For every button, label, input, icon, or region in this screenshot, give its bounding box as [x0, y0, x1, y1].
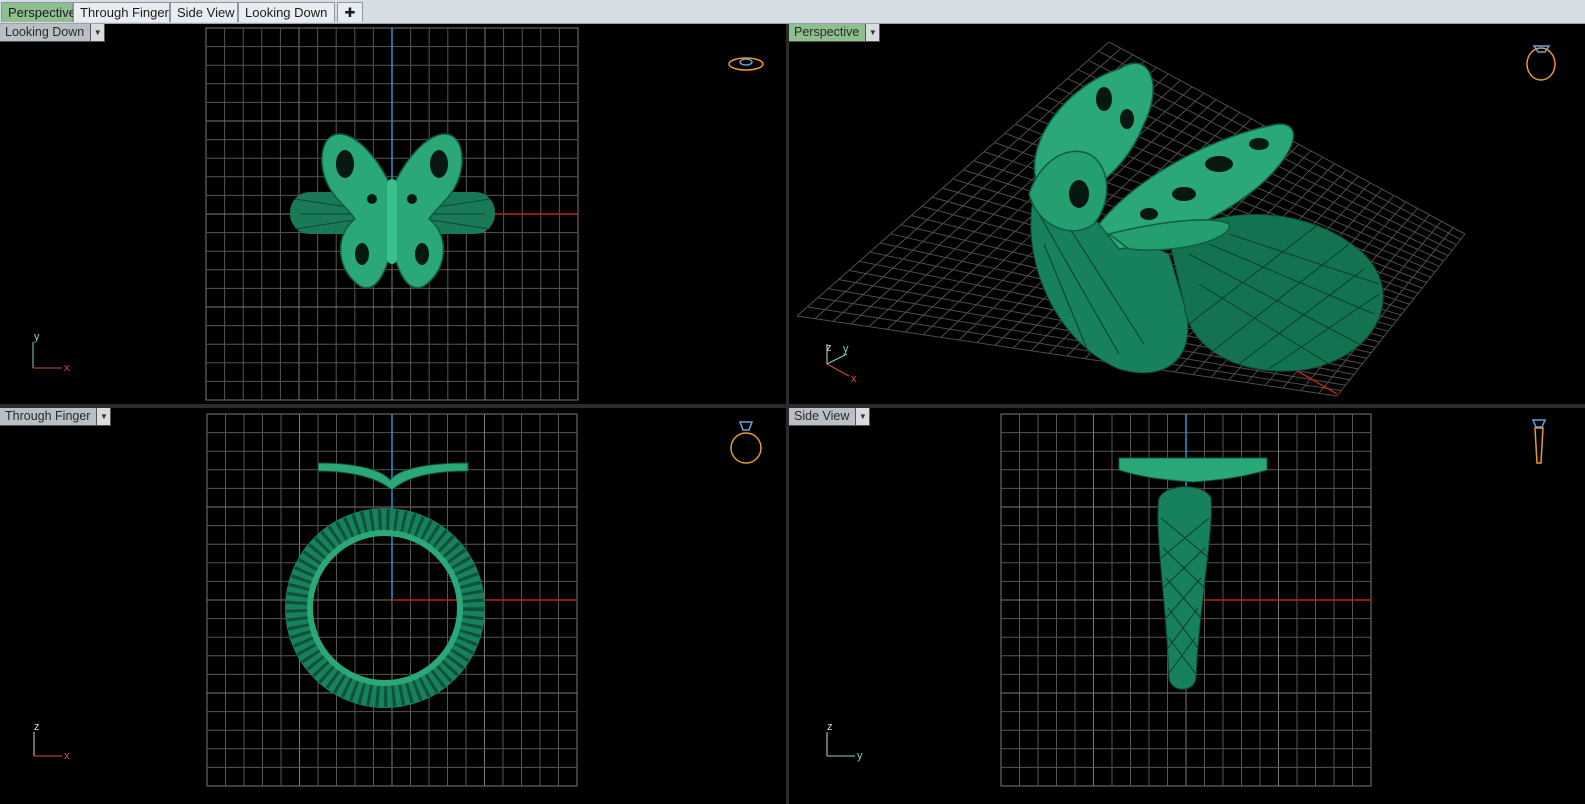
ring-preview-icon [728, 57, 764, 71]
svg-text:x: x [64, 750, 70, 762]
viewport-looking-down[interactable]: y x Looking Down ▼ [0, 24, 786, 404]
ring-preview-icon [730, 421, 762, 464]
viewport-through-finger[interactable]: z x Through Finger ▼ [0, 408, 786, 804]
svg-text:y: y [843, 343, 849, 355]
tab-through-finger[interactable]: Through Finger [73, 2, 170, 22]
ring-preview-icon [1531, 419, 1547, 464]
ring-preview-icon [1526, 45, 1556, 81]
add-tab-button[interactable]: ✚ [337, 2, 363, 22]
axis-gizmo: y x [32, 331, 70, 374]
dropdown-arrow-icon[interactable]: ▼ [855, 408, 870, 425]
svg-text:y: y [857, 750, 863, 762]
viewport-title: Through Finger [5, 409, 91, 423]
viewport-canvas[interactable]: z y [789, 408, 1585, 804]
viewport-label[interactable]: Side View ▼ [789, 408, 871, 426]
viewport-side-view[interactable]: z y Side View ▼ [789, 408, 1585, 804]
viewport-title: Side View [794, 409, 850, 423]
ring-model[interactable] [1028, 62, 1384, 374]
svg-text:z: z [34, 721, 40, 733]
svg-text:x: x [851, 373, 857, 385]
viewport-perspective[interactable]: z y x Perspective ▼ [789, 24, 1585, 404]
ring-model[interactable] [1118, 457, 1268, 690]
viewport-label[interactable]: Looking Down ▼ [0, 24, 106, 42]
axis-gizmo: z y x [826, 342, 857, 385]
ring-model[interactable] [285, 462, 485, 708]
viewport-tab-bar: Perspective Through Finger Side View Loo… [0, 0, 1585, 24]
viewport-canvas[interactable]: z y x [789, 24, 1585, 404]
viewport-canvas[interactable]: y x [0, 24, 786, 404]
viewport-label[interactable]: Perspective ▼ [789, 24, 881, 42]
svg-text:z: z [826, 342, 832, 354]
svg-text:z: z [827, 721, 833, 733]
svg-text:x: x [64, 362, 70, 374]
viewport-title: Looking Down [5, 25, 85, 39]
tab-side-view[interactable]: Side View [170, 2, 238, 22]
tab-looking-down[interactable]: Looking Down [238, 2, 335, 22]
viewport-title: Perspective [794, 25, 860, 39]
tab-perspective[interactable]: Perspective [1, 2, 76, 22]
dropdown-arrow-icon[interactable]: ▼ [865, 24, 880, 41]
axis-gizmo: z x [33, 721, 70, 762]
dropdown-arrow-icon[interactable]: ▼ [90, 24, 105, 41]
dropdown-arrow-icon[interactable]: ▼ [96, 408, 111, 425]
viewport-canvas[interactable]: z x [0, 408, 786, 804]
svg-text:y: y [34, 331, 40, 343]
plus-icon: ✚ [344, 5, 356, 20]
axis-gizmo: z y [826, 721, 863, 762]
viewport-label[interactable]: Through Finger ▼ [0, 408, 112, 426]
